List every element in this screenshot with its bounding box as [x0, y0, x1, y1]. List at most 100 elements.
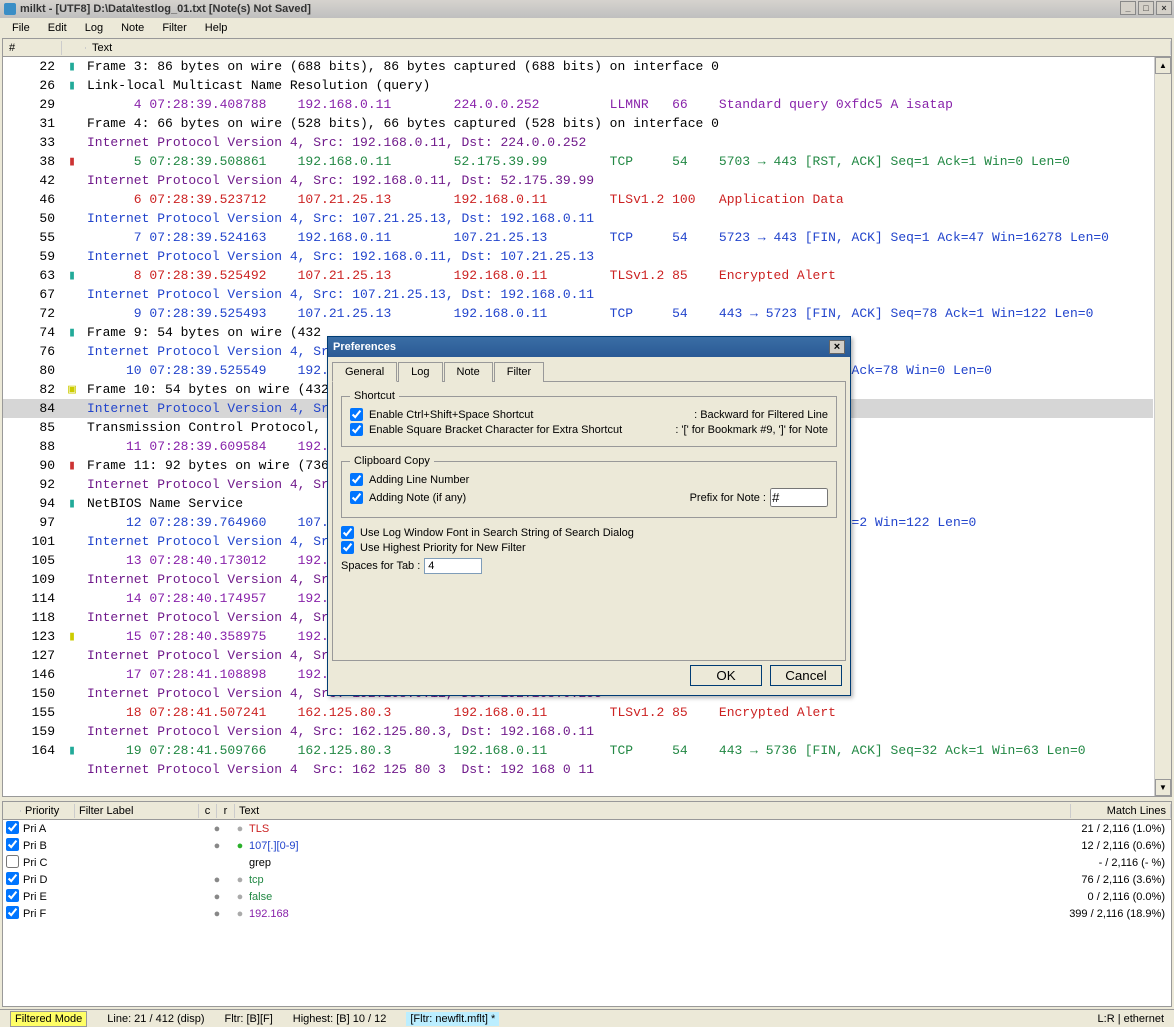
tab-filter[interactable]: Filter — [494, 362, 544, 382]
filter-row[interactable]: Pri A●●TLS21 / 2,116 (1.0%) — [3, 820, 1171, 837]
log-row[interactable]: 63▮ 8 07:28:39.525492 107.21.25.13 192.1… — [3, 266, 1153, 285]
cb-add-note[interactable] — [350, 491, 363, 504]
bookmark-icon — [63, 171, 81, 190]
filter-row[interactable]: Pri Cgrep- / 2,116 (- %) — [3, 854, 1171, 871]
filter-r-dot: ● — [231, 891, 249, 903]
clipboard-legend: Clipboard Copy — [350, 455, 434, 467]
filter-body[interactable]: Pri A●●TLS21 / 2,116 (1.0%)Pri B●●107[.]… — [3, 820, 1171, 922]
menu-edit[interactable]: Edit — [40, 20, 75, 36]
vertical-scrollbar[interactable]: ▲ ▼ — [1154, 57, 1171, 796]
log-row[interactable]: 155 18 07:28:41.507241 162.125.80.3 192.… — [3, 703, 1153, 722]
log-row[interactable]: 50Internet Protocol Version 4, Src: 107.… — [3, 209, 1153, 228]
bookmark-icon — [63, 608, 81, 627]
cb-use-log-font[interactable] — [341, 526, 354, 539]
bookmark-icon: ▮ — [63, 627, 81, 646]
filter-row[interactable]: Pri B●●107[.][0-9]12 / 2,116 (0.6%) — [3, 837, 1171, 854]
close-button[interactable]: × — [1156, 1, 1172, 15]
log-text: Internet Protocol Version 4, Src: 162.12… — [81, 722, 1153, 741]
dialog-close-icon[interactable]: × — [829, 340, 845, 354]
log-row[interactable]: 42Internet Protocol Version 4, Src: 192.… — [3, 171, 1153, 190]
log-row[interactable]: 67Internet Protocol Version 4, Src: 107.… — [3, 285, 1153, 304]
line-number: 123 — [3, 627, 63, 646]
tab-general[interactable]: General — [332, 362, 397, 382]
line-number: 105 — [3, 551, 63, 570]
input-spaces[interactable] — [424, 558, 482, 574]
fh-r[interactable]: r — [217, 804, 235, 818]
bookmark-icon — [63, 304, 81, 323]
cb-ctrl-shift-space[interactable] — [350, 408, 363, 421]
log-text: 4 07:28:39.408788 192.168.0.11 224.0.0.2… — [81, 95, 1153, 114]
ok-button[interactable]: OK — [690, 665, 762, 686]
log-row[interactable]: 38▮ 5 07:28:39.508861 192.168.0.11 52.17… — [3, 152, 1153, 171]
scroll-down-icon[interactable]: ▼ — [1155, 779, 1171, 796]
filter-checkbox[interactable] — [6, 906, 19, 919]
fh-match[interactable]: Match Lines — [1071, 804, 1171, 818]
line-number: 118 — [3, 608, 63, 627]
tab-log[interactable]: Log — [398, 362, 442, 382]
tab-note[interactable]: Note — [444, 362, 493, 382]
maximize-button[interactable]: □ — [1138, 1, 1154, 15]
col-text[interactable]: Text — [86, 41, 1171, 55]
line-number: 26 — [3, 76, 63, 95]
filter-row[interactable]: Pri D●●tcp76 / 2,116 (3.6%) — [3, 871, 1171, 888]
dialog-titlebar: Preferences × — [328, 337, 850, 357]
shortcut-group: Shortcut Enable Ctrl+Shift+Space Shortcu… — [341, 390, 837, 447]
log-row[interactable]: 55 7 07:28:39.524163 192.168.0.11 107.21… — [3, 228, 1153, 247]
fh-c[interactable]: c — [199, 804, 217, 818]
bookmark-icon — [63, 437, 81, 456]
cb-square-bracket[interactable] — [350, 423, 363, 436]
col-mark[interactable] — [62, 47, 86, 49]
log-row[interactable]: 164▮ 19 07:28:41.509766 162.125.80.3 192… — [3, 741, 1153, 760]
menu-note[interactable]: Note — [113, 20, 152, 36]
filter-checkbox[interactable] — [6, 855, 19, 868]
log-row[interactable]: 46 6 07:28:39.523712 107.21.25.13 192.16… — [3, 190, 1153, 209]
menu-file[interactable]: File — [4, 20, 38, 36]
filter-checkbox[interactable] — [6, 838, 19, 851]
menu-help[interactable]: Help — [197, 20, 236, 36]
filter-r-dot: ● — [231, 874, 249, 886]
filter-row[interactable]: Pri F●●192.168399 / 2,116 (18.9%) — [3, 905, 1171, 922]
cancel-button[interactable]: Cancel — [770, 665, 842, 686]
log-row[interactable]: Internet Protocol Version 4 Src: 162 125… — [3, 760, 1153, 779]
cb-add-line-number[interactable] — [350, 473, 363, 486]
bookmark-icon: ▮ — [63, 494, 81, 513]
log-text: Internet Protocol Version 4, Src: 192.16… — [81, 247, 1153, 266]
fh-priority[interactable]: Priority — [21, 804, 75, 818]
log-row[interactable]: 59Internet Protocol Version 4, Src: 192.… — [3, 247, 1153, 266]
filter-match: - / 2,116 (- %) — [1031, 857, 1171, 869]
log-row[interactable]: 31Frame 4: 66 bytes on wire (528 bits), … — [3, 114, 1153, 133]
lbl-spaces: Spaces for Tab : — [341, 560, 420, 572]
menu-filter[interactable]: Filter — [154, 20, 194, 36]
bookmark-icon: ▮ — [63, 76, 81, 95]
fh-label[interactable]: Filter Label — [75, 804, 199, 818]
filter-r-dot: ● — [231, 840, 249, 852]
bookmark-icon — [63, 551, 81, 570]
log-row[interactable]: 159Internet Protocol Version 4, Src: 162… — [3, 722, 1153, 741]
filter-checkbox[interactable] — [6, 821, 19, 834]
filter-row[interactable]: Pri E●●false0 / 2,116 (0.0%) — [3, 888, 1171, 905]
line-number: 82 — [3, 380, 63, 399]
bookmark-icon — [63, 722, 81, 741]
col-num[interactable]: # — [3, 41, 62, 55]
fh-text[interactable]: Text — [235, 804, 1071, 818]
filter-checkbox[interactable] — [6, 872, 19, 885]
log-row[interactable]: 33Internet Protocol Version 4, Src: 192.… — [3, 133, 1153, 152]
filter-r-dot: ● — [231, 823, 249, 835]
lbl-clip1: Adding Line Number — [369, 474, 469, 486]
bookmark-icon — [63, 228, 81, 247]
input-prefix[interactable] — [770, 488, 828, 507]
status-flt-file: [Fltr: newflt.mflt] * — [406, 1012, 499, 1026]
fh-check[interactable] — [3, 810, 21, 812]
log-row[interactable]: 72 9 07:28:39.525493 107.21.25.13 192.16… — [3, 304, 1153, 323]
cb-highest-priority[interactable] — [341, 541, 354, 554]
scroll-up-icon[interactable]: ▲ — [1155, 57, 1171, 74]
log-row[interactable]: 22▮Frame 3: 86 bytes on wire (688 bits),… — [3, 57, 1153, 76]
log-row[interactable]: 29 4 07:28:39.408788 192.168.0.11 224.0.… — [3, 95, 1153, 114]
menu-log[interactable]: Log — [77, 20, 111, 36]
log-row[interactable]: 26▮Link-local Multicast Name Resolution … — [3, 76, 1153, 95]
clipboard-group: Clipboard Copy Adding Line Number Adding… — [341, 455, 837, 518]
line-number: 155 — [3, 703, 63, 722]
filter-checkbox[interactable] — [6, 889, 19, 902]
minimize-button[interactable]: _ — [1120, 1, 1136, 15]
bookmark-icon — [63, 95, 81, 114]
